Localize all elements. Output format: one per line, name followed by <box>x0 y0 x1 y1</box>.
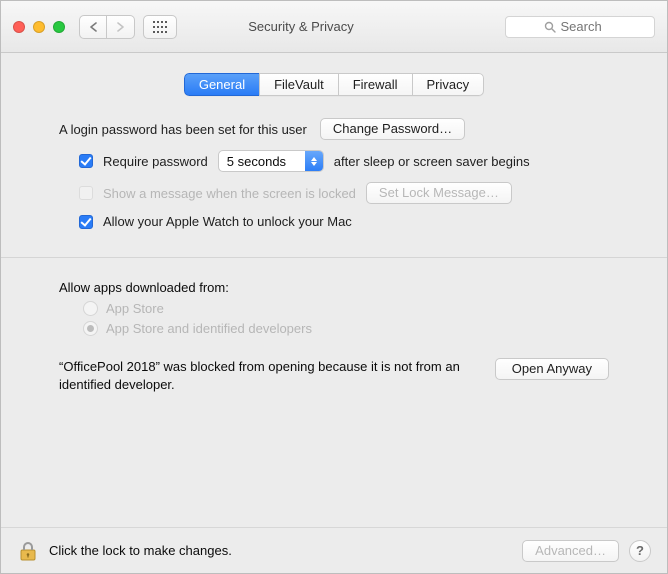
require-password-delay-popup[interactable]: 5 seconds <box>218 150 324 172</box>
show-message-label: Show a message when the screen is locked <box>103 186 356 201</box>
password-set-label: A login password has been set for this u… <box>59 122 307 137</box>
footer: Click the lock to make changes. Advanced… <box>1 527 667 573</box>
pane-body: General FileVault Firewall Privacy A log… <box>1 53 667 527</box>
tabs: General FileVault Firewall Privacy <box>25 73 643 96</box>
gatekeeper-heading: Allow apps downloaded from: <box>59 280 609 295</box>
back-button[interactable] <box>79 15 107 39</box>
radio-app-store-label: App Store <box>106 301 164 316</box>
blocked-app-message: “OfficePool 2018” was blocked from openi… <box>59 358 477 393</box>
require-password-delay-value: 5 seconds <box>227 154 299 169</box>
after-sleep-label: after sleep or screen saver begins <box>334 154 530 169</box>
show-message-checkbox[interactable] <box>79 186 93 200</box>
zoom-icon[interactable] <box>53 21 65 33</box>
minimize-icon[interactable] <box>33 21 45 33</box>
tab-filevault[interactable]: FileVault <box>259 73 338 96</box>
gatekeeper-section: Allow apps downloaded from: App Store Ap… <box>25 280 643 393</box>
apple-watch-label: Allow your Apple Watch to unlock your Ma… <box>103 214 352 229</box>
set-lock-message-button: Set Lock Message… <box>366 182 512 204</box>
require-password-checkbox[interactable] <box>79 154 93 168</box>
open-anyway-button[interactable]: Open Anyway <box>495 358 609 380</box>
search-field[interactable] <box>505 16 655 38</box>
radio-identified-developers-label: App Store and identified developers <box>106 321 312 336</box>
close-icon[interactable] <box>13 21 25 33</box>
search-icon <box>544 21 556 33</box>
titlebar: Security & Privacy <box>1 1 667 53</box>
search-input[interactable] <box>561 19 617 34</box>
tab-general[interactable]: General <box>184 73 259 96</box>
apple-watch-checkbox[interactable] <box>79 215 93 229</box>
lock-icon[interactable] <box>17 540 39 562</box>
advanced-button[interactable]: Advanced… <box>522 540 619 562</box>
login-password-section: A login password has been set for this u… <box>25 118 643 229</box>
tab-privacy[interactable]: Privacy <box>412 73 485 96</box>
radio-identified-developers <box>83 321 98 336</box>
system-preferences-window: Security & Privacy General FileVault Fir… <box>0 0 668 574</box>
window-title: Security & Privacy <box>105 19 497 34</box>
radio-app-store <box>83 301 98 316</box>
lock-hint-label: Click the lock to make changes. <box>49 543 232 558</box>
require-password-label: Require password <box>103 154 208 169</box>
traffic-lights <box>13 21 65 33</box>
stepper-icon <box>305 150 323 172</box>
change-password-button[interactable]: Change Password… <box>320 118 465 140</box>
question-mark-icon: ? <box>636 543 644 558</box>
help-button[interactable]: ? <box>629 540 651 562</box>
tab-firewall[interactable]: Firewall <box>338 73 412 96</box>
divider <box>1 257 667 258</box>
